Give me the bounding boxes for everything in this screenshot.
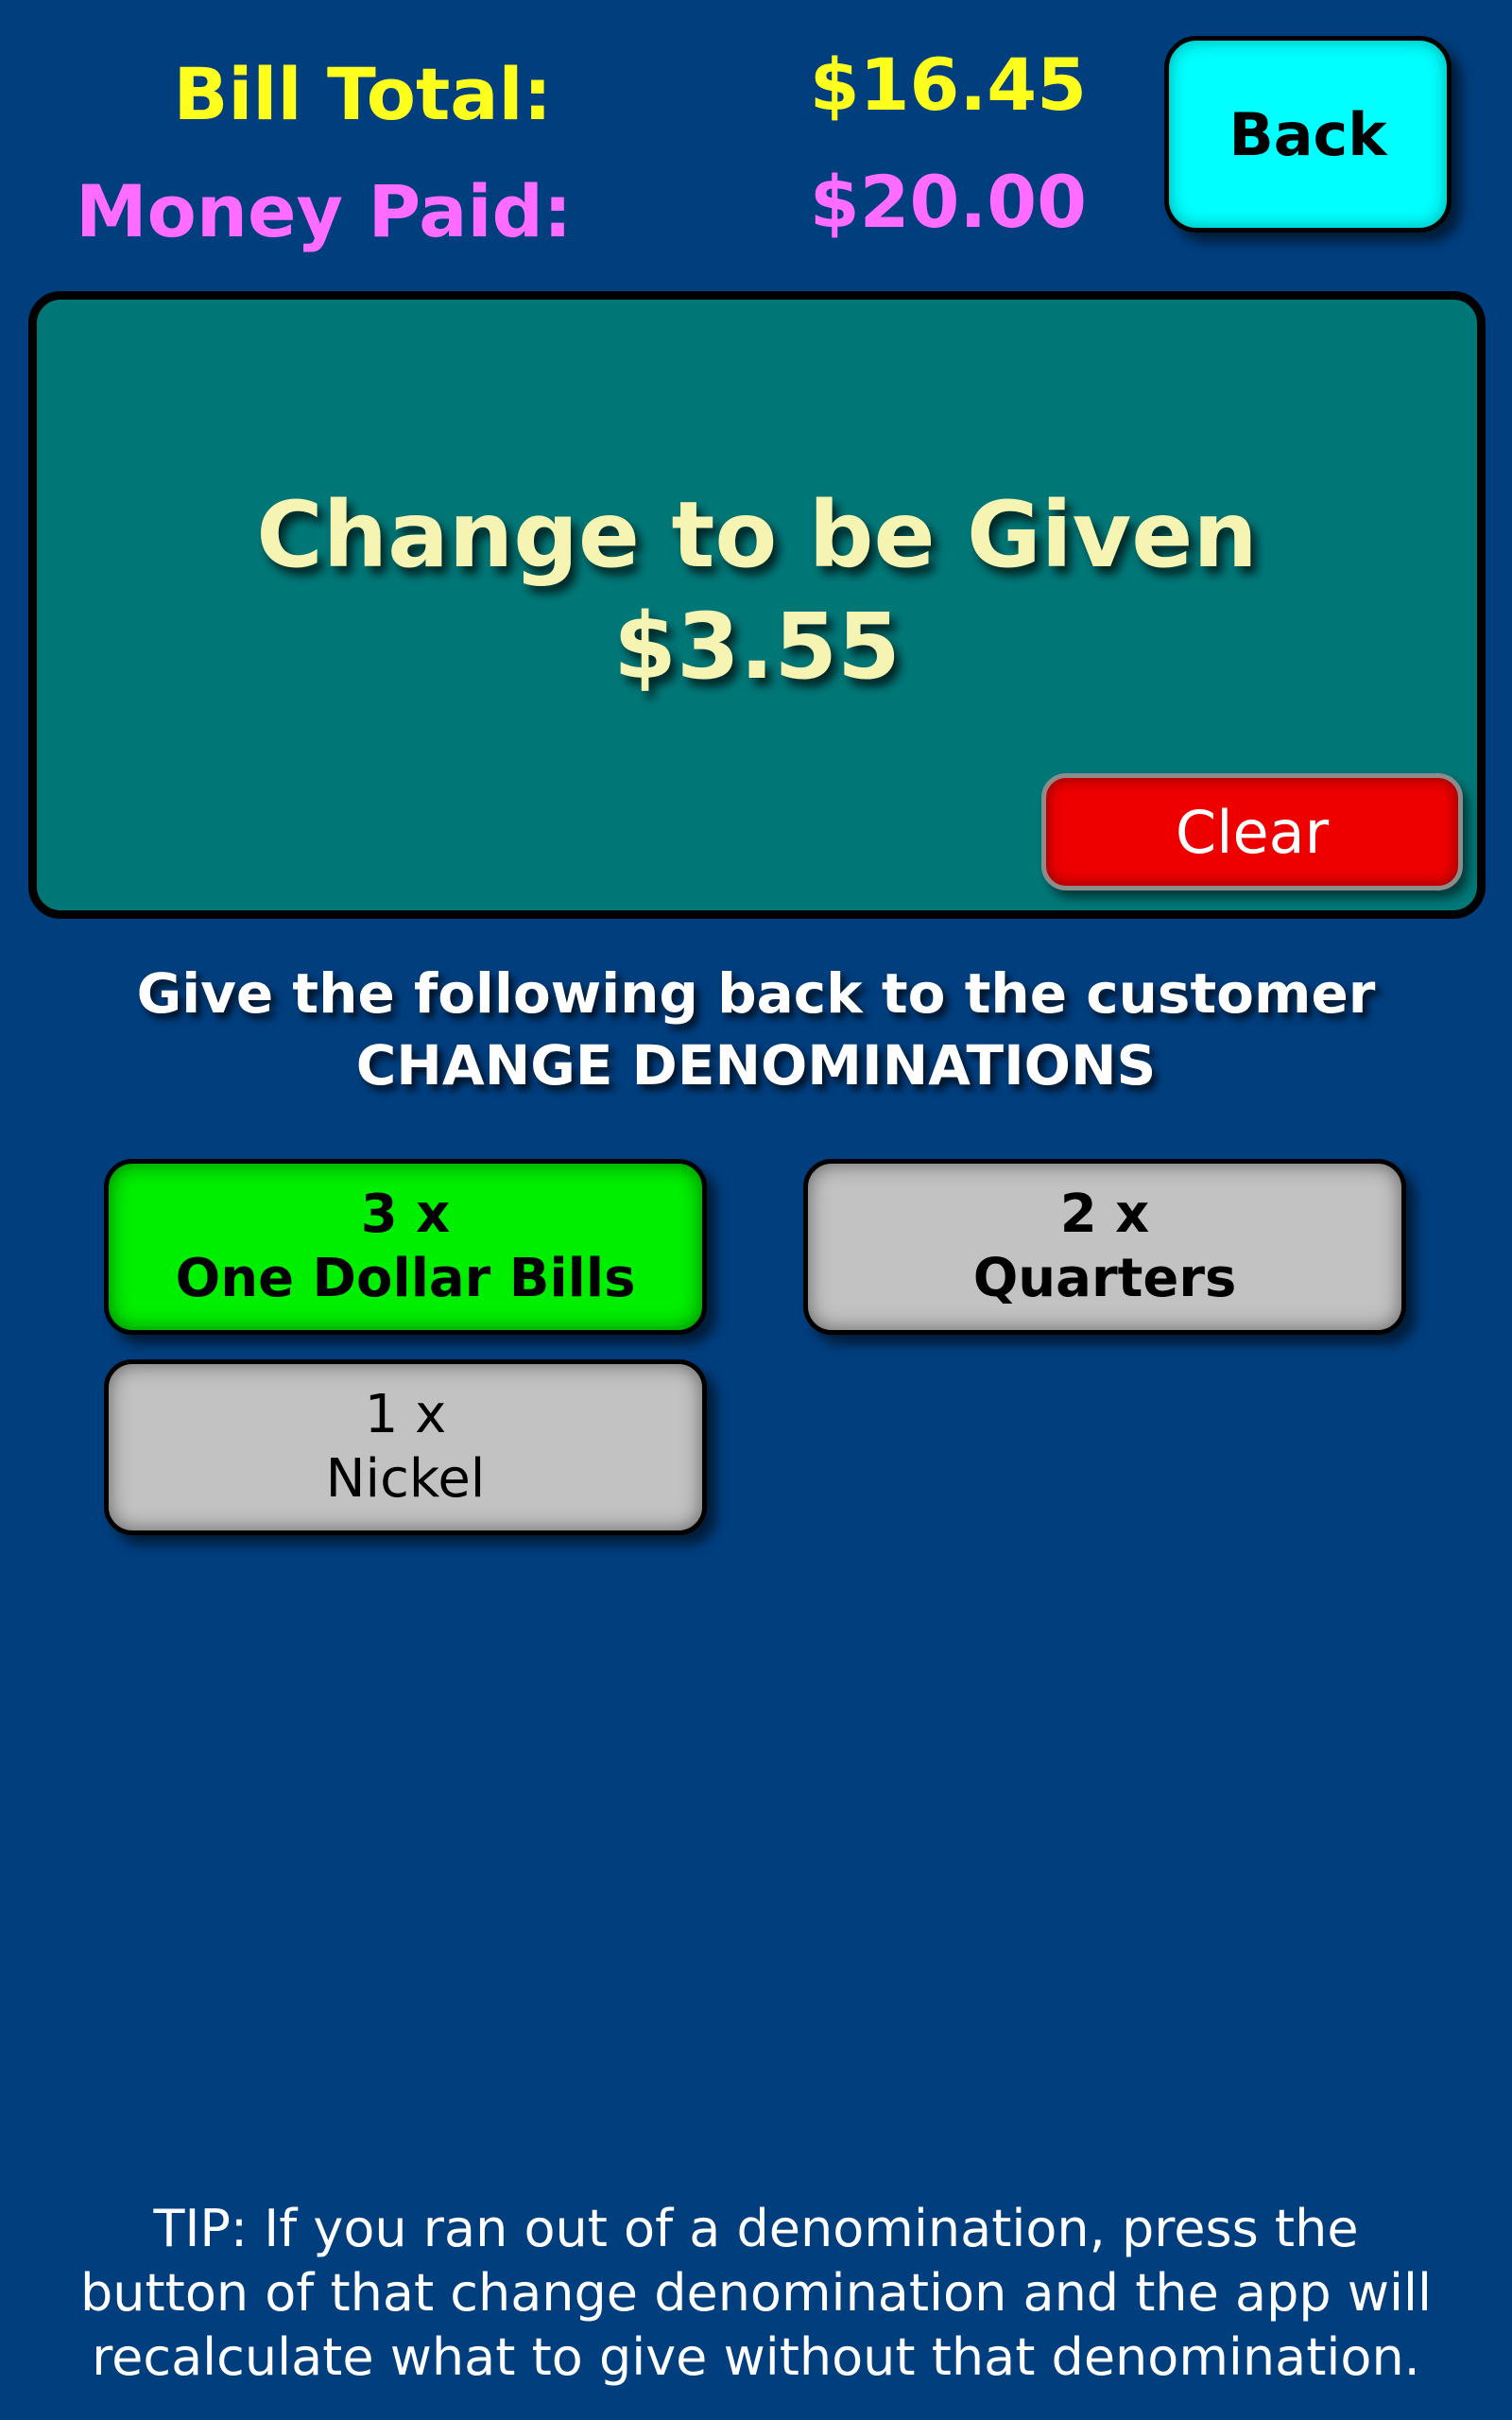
tip-line: TIP: If you ran out of a denomination, p… [153, 2199, 1359, 2258]
tip-text: TIP: If you ran out of a denomination, p… [0, 2197, 1512, 2390]
change-title: Change to be Given [256, 482, 1258, 588]
tip-line: button of that change denomination and t… [79, 2263, 1433, 2323]
back-button[interactable]: Back [1164, 36, 1452, 233]
denomination-button-one-dollar-bills[interactable]: 3 x One Dollar Bills [104, 1159, 707, 1335]
bill-total-value: $16.45 [809, 43, 1087, 127]
denomination-count: 2 x [1059, 1183, 1150, 1245]
money-paid-label: Money Paid: [76, 169, 573, 253]
clear-button[interactable]: Clear [1041, 773, 1463, 890]
denomination-button-quarters[interactable]: 2 x Quarters [803, 1159, 1406, 1335]
denomination-name: Nickel [325, 1448, 486, 1510]
tip-line: recalculate what to give without that de… [92, 2327, 1420, 2387]
denomination-name: One Dollar Bills [175, 1248, 636, 1309]
denomination-name: Quarters [972, 1248, 1237, 1309]
denomination-count: 3 x [360, 1183, 451, 1245]
bill-total-label: Bill Total: [173, 52, 552, 136]
denominations-heading: CHANGE DENOMINATIONS [355, 1033, 1157, 1098]
denomination-button-nickel[interactable]: 1 x Nickel [104, 1359, 707, 1535]
instructions-line: Give the following back to the customer [136, 961, 1376, 1026]
money-paid-value: $20.00 [809, 160, 1087, 244]
change-amount: $3.55 [613, 594, 901, 700]
denomination-count: 1 x [364, 1383, 447, 1445]
